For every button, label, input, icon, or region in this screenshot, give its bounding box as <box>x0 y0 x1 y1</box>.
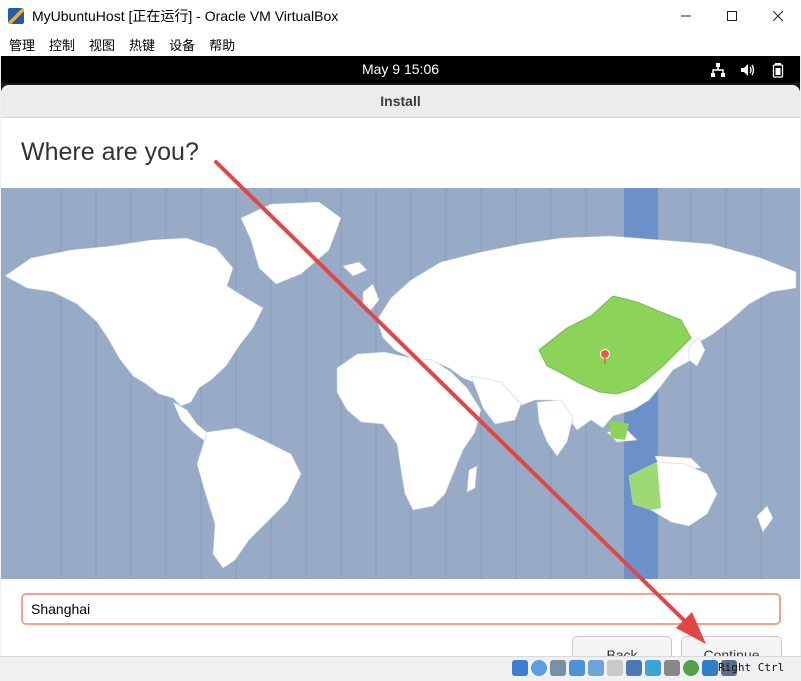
continue-button-label: Continue <box>703 647 760 656</box>
menu-hotkeys[interactable]: 热键 <box>124 35 160 54</box>
display-icon[interactable] <box>626 660 642 676</box>
mouse-integration-icon[interactable] <box>702 660 718 676</box>
minimize-icon <box>681 15 691 17</box>
window-titlebar: MyUbuntuHost [正在运行] - Oracle VM VirtualB… <box>0 0 801 32</box>
maximize-icon <box>727 11 737 21</box>
continue-button[interactable]: Continue <box>681 636 782 656</box>
network-icon[interactable] <box>569 660 585 676</box>
close-icon <box>773 11 783 21</box>
clock[interactable]: May 9 15:06 <box>1 61 800 77</box>
window-title: MyUbuntuHost [正在运行] - Oracle VM VirtualB… <box>32 8 339 24</box>
window-controls <box>663 0 801 32</box>
back-button[interactable]: Back <box>572 636 672 656</box>
virtualbox-app-icon <box>8 8 24 24</box>
close-button[interactable] <box>755 0 801 32</box>
maximize-button[interactable] <box>709 0 755 32</box>
usb-icon[interactable] <box>588 660 604 676</box>
menu-view[interactable]: 视图 <box>84 35 120 54</box>
timezone-input[interactable] <box>21 593 781 625</box>
gnome-top-bar: May 9 15:06 <box>1 56 800 83</box>
battery-icon[interactable] <box>770 62 786 78</box>
menu-devices[interactable]: 设备 <box>164 35 200 54</box>
installer-dialog: Install Where are you? Shanghai Back Con… <box>1 85 800 656</box>
hdd-icon[interactable] <box>512 660 528 676</box>
minimize-button[interactable] <box>663 0 709 32</box>
capture-icon[interactable] <box>645 660 661 676</box>
menu-help[interactable]: 帮助 <box>204 35 240 54</box>
timezone-map[interactable] <box>1 188 800 579</box>
statusbar-icons <box>512 660 737 676</box>
dialog-title: Install <box>380 93 421 109</box>
host-key-label: Right Ctrl <box>718 661 785 674</box>
system-tray[interactable] <box>710 61 786 79</box>
volume-icon[interactable] <box>740 62 756 78</box>
dialog-header: Install <box>1 85 800 118</box>
menu-control[interactable]: 控制 <box>44 35 80 54</box>
menubar: 管理 控制 视图 热键 设备 帮助 <box>0 32 801 56</box>
vbox-statusbar: Right Ctrl <box>0 656 801 681</box>
world-map[interactable] <box>1 188 800 579</box>
recording-icon[interactable] <box>664 660 680 676</box>
optical-icon[interactable] <box>531 660 547 676</box>
back-button-label: Back <box>606 647 638 656</box>
network-icon[interactable] <box>710 62 726 78</box>
page-title: Where are you? <box>21 138 199 166</box>
audio-icon[interactable] <box>550 660 566 676</box>
menu-machine[interactable]: 管理 <box>4 35 40 54</box>
guest-screen[interactable]: May 9 15:06 Install Where are you? Shang… <box>1 56 800 656</box>
shared-folder-icon[interactable] <box>607 660 623 676</box>
cpu-icon[interactable] <box>683 660 699 676</box>
